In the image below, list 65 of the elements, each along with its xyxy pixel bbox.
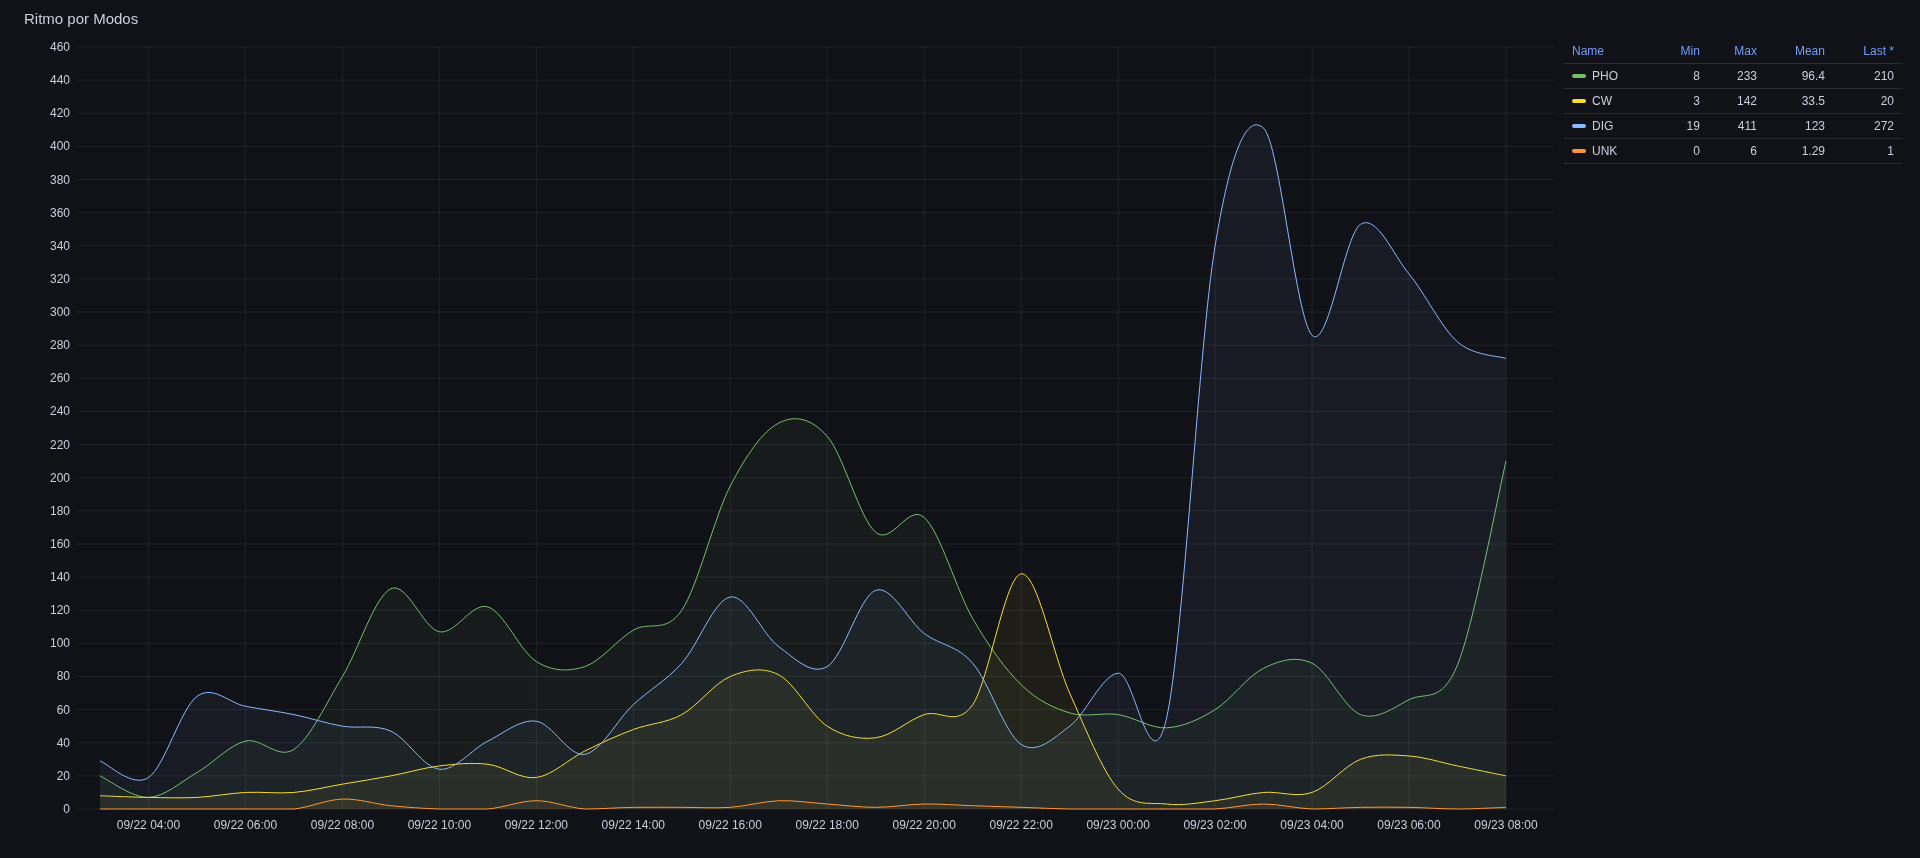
y-axis-label: 20 <box>56 768 70 783</box>
x-axis-label: 09/22 20:00 <box>892 817 956 832</box>
y-axis-label: 80 <box>56 669 70 683</box>
x-axis-label: 09/22 10:00 <box>407 817 472 832</box>
legend-value: 8 <box>1655 63 1708 88</box>
x-axis-label: 09/22 16:00 <box>698 817 762 832</box>
legend-value: 0 <box>1655 138 1708 163</box>
y-axis-label: 440 <box>49 72 70 87</box>
y-axis-label: 220 <box>49 437 70 452</box>
y-axis-label: 0 <box>63 801 70 816</box>
y-axis-label: 460 <box>49 39 70 54</box>
y-axis-label: 280 <box>49 337 70 352</box>
y-axis-label: 300 <box>49 304 70 319</box>
y-axis-label: 100 <box>49 635 70 650</box>
legend-value: 1 <box>1833 138 1902 163</box>
legend-value: 123 <box>1765 113 1833 138</box>
y-axis-label: 380 <box>49 172 70 186</box>
legend-value: 3 <box>1655 88 1708 113</box>
y-axis-label: 60 <box>56 702 70 717</box>
column-header[interactable]: Mean <box>1765 38 1833 63</box>
column-header[interactable]: Name <box>1564 38 1656 63</box>
legend-value: 272 <box>1833 113 1902 138</box>
x-axis-label: 09/23 00:00 <box>1086 817 1150 832</box>
panel-title: Ritmo por Modos <box>24 10 139 27</box>
legend-value: 19 <box>1655 113 1708 138</box>
y-axis-label: 140 <box>49 569 70 584</box>
series-name[interactable]: PHO <box>1592 68 1618 83</box>
y-axis-label: 200 <box>49 470 70 485</box>
legend-value: 210 <box>1833 63 1902 88</box>
series-name[interactable]: CW <box>1592 93 1612 108</box>
legend-value: 6 <box>1707 138 1765 163</box>
x-axis-label: 09/23 06:00 <box>1377 817 1441 832</box>
y-axis-label: 360 <box>49 205 70 220</box>
series-name[interactable]: UNK <box>1592 143 1618 158</box>
legend-value: 411 <box>1707 113 1765 138</box>
x-axis-label: 09/23 04:00 <box>1280 817 1344 832</box>
y-axis-label: 420 <box>49 105 70 120</box>
x-axis-label: 09/22 12:00 <box>504 817 569 832</box>
legend-value: 96.4 <box>1765 63 1833 88</box>
y-axis-label: 340 <box>49 238 70 253</box>
column-header[interactable]: Min <box>1655 38 1708 63</box>
column-header[interactable]: Max <box>1707 38 1765 63</box>
x-axis-label: 09/23 08:00 <box>1474 817 1538 832</box>
x-axis-label: 09/23 02:00 <box>1183 817 1247 832</box>
x-axis-label: 09/22 18:00 <box>795 817 859 832</box>
y-axis-label: 120 <box>49 602 70 617</box>
x-axis-label: 09/22 14:00 <box>601 817 665 832</box>
y-axis-label: 260 <box>49 370 70 385</box>
legend-value: 1.29 <box>1765 138 1833 163</box>
y-axis-label: 180 <box>49 503 70 518</box>
series-name[interactable]: DIG <box>1592 118 1614 133</box>
x-axis-label: 09/22 08:00 <box>310 817 375 832</box>
y-axis-label: 40 <box>56 735 70 750</box>
legend-value: 233 <box>1707 63 1765 88</box>
legend-value: 142 <box>1707 88 1765 113</box>
x-axis-label: 09/22 06:00 <box>213 817 278 832</box>
y-axis-label: 160 <box>49 536 70 551</box>
y-axis-label: 240 <box>49 403 70 418</box>
column-header[interactable]: Last * <box>1833 38 1902 63</box>
x-axis-label: 09/22 04:00 <box>116 817 181 832</box>
y-axis-label: 400 <box>49 138 70 153</box>
y-axis-label: 320 <box>49 271 70 286</box>
x-axis-label: 09/22 22:00 <box>989 817 1053 832</box>
legend-value: 33.5 <box>1765 88 1833 113</box>
legend-value: 20 <box>1833 88 1902 113</box>
